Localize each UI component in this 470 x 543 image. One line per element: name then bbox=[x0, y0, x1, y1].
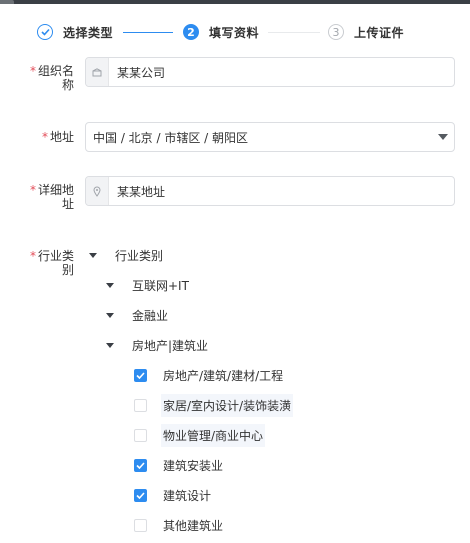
tree-node-label: 金融业 bbox=[132, 308, 169, 323]
tree-leaf-label: 房地产/建筑/建材/工程 bbox=[163, 368, 284, 383]
checkmark-icon bbox=[136, 491, 145, 499]
tree-leaf[interactable]: 建筑设计 bbox=[134, 484, 213, 506]
step-connector-done bbox=[123, 32, 173, 33]
tree-node-label: 互联网+IT bbox=[132, 278, 189, 293]
tree-leaf[interactable]: 其他建筑业 bbox=[134, 514, 225, 536]
building-icon bbox=[86, 58, 109, 86]
caret-down-icon[interactable] bbox=[106, 342, 114, 348]
window-top-bar bbox=[0, 0, 470, 4]
step-fill-info[interactable]: 2 填写资料 bbox=[183, 23, 259, 41]
checkbox[interactable] bbox=[134, 368, 147, 382]
required-mark: * bbox=[41, 130, 48, 144]
caret-down-icon[interactable] bbox=[106, 312, 114, 318]
tree-leaf[interactable]: 物业管理/商业中心 bbox=[134, 423, 266, 447]
step-upload-docs[interactable]: 3 上传证件 bbox=[328, 23, 404, 41]
step-number: 2 bbox=[183, 24, 199, 40]
tree-node-internet-it[interactable]: 互联网+IT bbox=[106, 274, 189, 296]
checkmark-icon bbox=[136, 371, 145, 379]
step-label: 选择类型 bbox=[63, 25, 114, 40]
caret-down-icon[interactable] bbox=[89, 252, 97, 258]
step-select-type[interactable]: 选择类型 bbox=[37, 23, 113, 41]
tree-node-label: 行业类别 bbox=[115, 248, 164, 263]
checkbox[interactable] bbox=[134, 458, 147, 472]
address-select[interactable]: 中国 / 北京 / 市辖区 / 朝阳区 bbox=[85, 122, 455, 152]
step-label: 填写资料 bbox=[209, 25, 260, 40]
location-pin-icon bbox=[86, 177, 109, 205]
check-icon bbox=[37, 24, 53, 40]
tree-leaf-label: 物业管理/商业中心 bbox=[161, 423, 266, 447]
tree-leaf-label: 建筑设计 bbox=[163, 488, 212, 503]
checkbox[interactable] bbox=[134, 488, 147, 502]
tree-leaf[interactable]: 建筑安装业 bbox=[134, 454, 225, 476]
chevron-down-icon bbox=[438, 134, 448, 140]
tree-node-root[interactable]: 行业类别 bbox=[89, 244, 163, 266]
checkmark-icon bbox=[136, 461, 145, 469]
checkbox[interactable] bbox=[134, 518, 147, 532]
tree-leaf-label: 建筑安装业 bbox=[163, 458, 224, 473]
required-mark: * bbox=[29, 183, 36, 197]
org-name-label: * 组织名 称 bbox=[29, 64, 74, 92]
address-value: 中国 / 北京 / 市辖区 / 朝阳区 bbox=[93, 130, 249, 145]
address-label: * 地址 bbox=[41, 130, 74, 144]
caret-down-icon[interactable] bbox=[106, 282, 114, 288]
detail-address-label: * 详细地 址 bbox=[29, 183, 74, 211]
org-name-value: 某某公司 bbox=[117, 65, 166, 80]
tree-node-real-estate[interactable]: 房地产|建筑业 bbox=[106, 334, 208, 356]
step-label: 上传证件 bbox=[354, 25, 405, 40]
step-connector-pending bbox=[268, 32, 320, 33]
tree-node-label: 房地产|建筑业 bbox=[132, 338, 209, 353]
tree-node-finance[interactable]: 金融业 bbox=[106, 304, 168, 326]
required-mark: * bbox=[29, 249, 36, 263]
detail-address-value: 某某地址 bbox=[117, 184, 166, 199]
checkbox[interactable] bbox=[134, 428, 147, 442]
detail-address-input[interactable]: 某某地址 bbox=[85, 176, 455, 206]
tree-leaf[interactable]: 家居/室内设计/装饰装潢 bbox=[134, 393, 294, 417]
tree-leaf[interactable]: 房地产/建筑/建材/工程 bbox=[134, 364, 285, 386]
checkbox[interactable] bbox=[134, 398, 147, 412]
required-mark: * bbox=[29, 64, 36, 78]
org-name-input[interactable]: 某某公司 bbox=[85, 57, 455, 87]
tree-leaf-label: 其他建筑业 bbox=[163, 518, 224, 533]
tree-leaf-label: 家居/室内设计/装饰装潢 bbox=[161, 393, 294, 417]
industry-label: * 行业类 别 bbox=[29, 249, 74, 277]
top-bar-knob bbox=[0, 0, 14, 4]
step-number: 3 bbox=[328, 24, 344, 40]
